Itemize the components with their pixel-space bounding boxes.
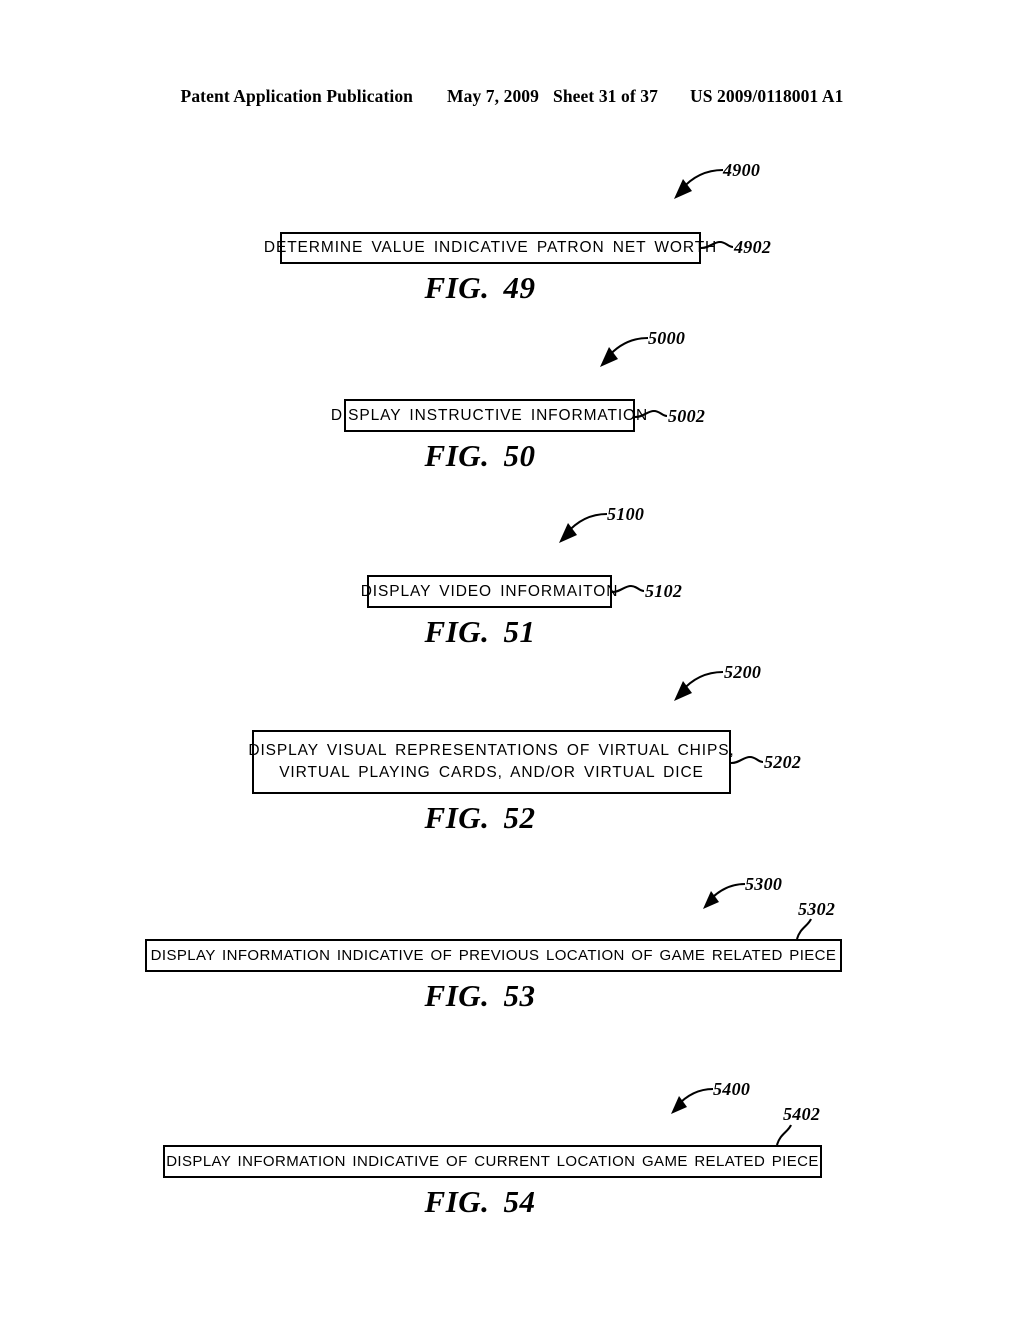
leader-arrow-5000 xyxy=(600,336,649,367)
figure-caption-50: FIG. 50 xyxy=(0,438,992,474)
leader-arrow-5100 xyxy=(559,512,608,543)
page-header: Patent Application Publication May 7, 200… xyxy=(0,86,1024,107)
figure-caption-52: FIG. 52 xyxy=(0,800,992,836)
figure-caption-number: 49 xyxy=(503,270,536,305)
reference-numeral-5200: 5200 xyxy=(724,662,762,682)
header-patent-number: US 2009/0118001 A1 xyxy=(689,86,844,106)
process-box-line: DISPLAY INSTRUCTIVE INFORMATION xyxy=(330,406,649,424)
leader-arrow-5200 xyxy=(674,670,724,701)
process-box-5402: DISPLAY INFORMATION INDICATIVE OF CURREN… xyxy=(163,1145,822,1178)
figure-caption-prefix: FIG. xyxy=(424,978,490,1013)
header-sheet-label: Sheet 31 of 37 xyxy=(553,86,658,106)
figure-caption-number: 50 xyxy=(503,438,536,473)
reference-numeral-4902: 4902 xyxy=(734,237,772,257)
reference-numeral-5102: 5102 xyxy=(645,581,683,601)
reference-numeral-5202: 5202 xyxy=(764,752,802,772)
reference-numeral-5402: 5402 xyxy=(783,1104,821,1124)
reference-numeral-5300: 5300 xyxy=(745,874,783,894)
process-box-5202: DISPLAY VISUAL REPRESENTATIONS OF VIRTUA… xyxy=(248,730,734,794)
figure-caption-53: FIG. 53 xyxy=(0,978,992,1014)
process-box-5102: DISPLAY VIDEO INFORMAITON xyxy=(361,575,617,608)
reference-numeral-5100: 5100 xyxy=(607,504,645,524)
figure-caption-49: FIG. 49 xyxy=(0,270,992,306)
leader-lines-layer xyxy=(559,168,812,1146)
process-box-5302: DISPLAY INFORMATION INDICATIVE OF PREVIO… xyxy=(145,939,842,972)
process-box-line: DETERMINE VALUE INDICATIVE PATRON NET WO… xyxy=(263,239,718,256)
figure-caption-prefix: FIG. xyxy=(424,270,490,305)
reference-numeral-5000: 5000 xyxy=(648,328,686,348)
reference-numeral-5400: 5400 xyxy=(713,1079,751,1099)
leader-curve-5402 xyxy=(775,1124,792,1146)
leader-curve-5202 xyxy=(730,755,764,765)
figure-caption-prefix: FIG. xyxy=(424,1184,490,1219)
reference-numeral-5002: 5002 xyxy=(668,406,706,426)
figure-caption-number: 54 xyxy=(503,1184,536,1219)
header-date-label: May 7, 2009 xyxy=(447,86,540,106)
figure-caption-number: 53 xyxy=(503,978,536,1013)
process-box-5002: DISPLAY INSTRUCTIVE INFORMATION xyxy=(331,399,647,432)
process-box-line: DISPLAY VISUAL REPRESENTATIONS OF VIRTUA… xyxy=(248,742,735,759)
figure-caption-prefix: FIG. xyxy=(424,800,490,835)
figure-caption-prefix: FIG. xyxy=(424,614,490,649)
process-box-line: DISPLAY VIDEO INFORMAITON xyxy=(360,582,619,600)
leader-curve-5302 xyxy=(795,918,812,940)
figure-caption-51: FIG. 51 xyxy=(0,614,992,650)
leader-arrow-5300 xyxy=(703,882,746,909)
leader-arrow-4900 xyxy=(674,168,724,199)
process-box-line: DISPLAY INFORMATION INDICATIVE OF PREVIO… xyxy=(150,946,837,964)
process-box-line: DISPLAY INFORMATION INDICATIVE OF CURREN… xyxy=(166,1152,819,1170)
reference-numeral-5302: 5302 xyxy=(798,899,836,919)
process-box-line: VIRTUAL PLAYING CARDS, AND/OR VIRTUAL DI… xyxy=(279,764,704,781)
leader-arrow-5400 xyxy=(671,1087,714,1114)
reference-numeral-4900: 4900 xyxy=(723,160,761,180)
figure-caption-prefix: FIG. xyxy=(424,438,490,473)
figure-caption-number: 52 xyxy=(503,800,536,835)
figure-caption-54: FIG. 54 xyxy=(0,1184,992,1220)
header-publication-label: Patent Application Publication xyxy=(180,86,414,106)
process-box-4902: DETERMINE VALUE INDICATIVE PATRON NET WO… xyxy=(264,232,716,264)
figure-caption-number: 51 xyxy=(503,614,536,649)
